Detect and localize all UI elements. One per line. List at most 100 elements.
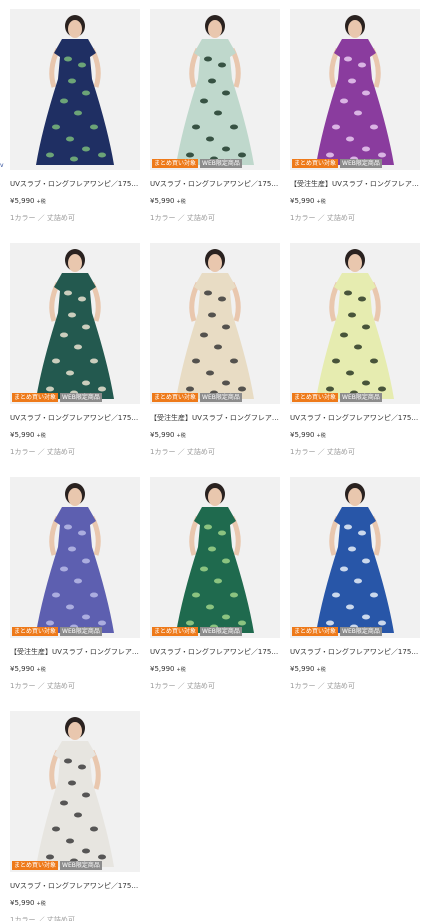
product-image[interactable]: まとめ買い対象 WEB限定商品: [150, 9, 280, 170]
product-name[interactable]: UVスラブ・ロングフレアワンピ／17570: [10, 179, 140, 189]
product-name[interactable]: 【受注生産】UVスラブ・ロングフレア…: [290, 179, 420, 189]
price-value: ¥5,990: [290, 431, 315, 439]
dress-shape: [36, 273, 114, 399]
product-card[interactable]: まとめ買い対象 WEB限定商品 UVスラブ・ロングフレアワンピ／17589 ¥5,99…: [290, 477, 420, 711]
badge-group: まとめ買い対象 WEB限定商品: [292, 627, 382, 636]
dress-pattern-mark: [74, 578, 82, 584]
product-name[interactable]: 【受注生産】UVスラブ・ロングフレア…: [150, 413, 280, 423]
product-name[interactable]: UVスラブ・ロングフレアワンピ／17591: [10, 413, 140, 423]
product-card[interactable]: まとめ買い対象 WEB限定商品 UVスラブ・ロングフレアワンピ／17594 ¥5,99…: [150, 477, 280, 711]
tax-label: +税: [36, 667, 46, 673]
product-card[interactable]: まとめ買い対象 WEB限定商品 UVスラブ・ロングフレアワンピ／17579 ¥5,99…: [10, 711, 140, 921]
dress-pattern-mark: [186, 152, 194, 158]
product-image[interactable]: まとめ買い対象 WEB限定商品: [10, 477, 140, 638]
dress-pattern-mark: [346, 604, 354, 610]
dress-pattern-mark: [78, 764, 86, 770]
dress-pattern-mark: [74, 344, 82, 350]
price-value: ¥5,990: [290, 665, 315, 673]
dress-pattern-mark: [192, 124, 200, 130]
product-image[interactable]: [10, 9, 140, 170]
price-value: ¥5,990: [290, 197, 315, 205]
product-card[interactable]: まとめ買い対象 WEB限定商品 UVスラブ・ロングフレアワンピ／17591 ¥5,99…: [10, 243, 140, 477]
dress-shape: [36, 507, 114, 633]
price-value: ¥5,990: [10, 197, 35, 205]
product-name[interactable]: UVスラブ・ロングフレアワンピ／17589: [290, 647, 420, 657]
dress-pattern-mark: [74, 110, 82, 116]
product-image[interactable]: まとめ買い対象 WEB限定商品: [290, 477, 420, 638]
model-illustration: [36, 15, 114, 165]
dress-pattern-mark: [64, 758, 72, 764]
web-exclusive-badge: WEB限定商品: [200, 393, 242, 402]
dress-shape: [176, 39, 254, 165]
product-card[interactable]: UVスラブ・ロングフレアワンピ／17570 ¥5,990 +税 1カラー ／ 丈詰め可: [10, 9, 140, 243]
product-meta: 1カラー ／ 丈詰め可: [290, 682, 355, 690]
dress-pattern-mark: [354, 110, 362, 116]
dress-pattern-mark: [362, 558, 370, 564]
product-name[interactable]: UVスラブ・ロングフレアワンピ／17593: [290, 413, 420, 423]
model-illustration: [36, 249, 114, 399]
tax-label: +税: [316, 433, 326, 439]
dress-pattern-mark: [200, 566, 208, 572]
dress-pattern-mark: [326, 152, 334, 158]
product-image[interactable]: まとめ買い対象 WEB限定商品: [290, 9, 420, 170]
product-price: ¥5,990 +税: [10, 430, 140, 441]
product-image[interactable]: まとめ買い対象 WEB限定商品: [150, 477, 280, 638]
product-image[interactable]: まとめ買い対象 WEB限定商品: [10, 711, 140, 872]
product-meta: 1カラー ／ 丈詰め可: [10, 682, 75, 690]
product-card[interactable]: まとめ買い対象 WEB限定商品 【受注生産】UVスラブ・ロングフレア… ¥5,990 +…: [290, 9, 420, 243]
bulk-buy-badge: まとめ買い対象: [292, 393, 339, 402]
dress-pattern-mark: [230, 124, 238, 130]
dress-pattern-mark: [358, 62, 366, 68]
badge-group: まとめ買い対象 WEB限定商品: [152, 627, 242, 636]
dress-shape: [316, 273, 394, 399]
dress-pattern-mark: [326, 386, 334, 392]
dress-pattern-mark: [222, 614, 230, 620]
dress-pattern-mark: [60, 566, 68, 572]
product-card[interactable]: まとめ買い対象 WEB限定商品 【受注生産】UVスラブ・ロングフレア… ¥5,990 +…: [150, 243, 280, 477]
product-card[interactable]: まとめ買い対象 WEB限定商品 UVスラブ・ロングフレアワンピ／17593 ¥5,99…: [290, 243, 420, 477]
product-meta: 1カラー ／ 丈詰め可: [150, 214, 215, 222]
dress-pattern-mark: [78, 296, 86, 302]
dress-pattern-mark: [46, 152, 54, 158]
bulk-buy-badge: まとめ買い対象: [12, 861, 59, 870]
model-face: [348, 20, 362, 38]
model-face: [68, 722, 82, 740]
dress-pattern-mark: [68, 780, 76, 786]
product-price: ¥5,990 +税: [10, 664, 140, 675]
model-illustration: [36, 483, 114, 633]
product-image[interactable]: まとめ買い対象 WEB限定商品: [10, 243, 140, 404]
product-card[interactable]: まとめ買い対象 WEB限定商品 UVスラブ・ロングフレアワンピ／17580 ¥5,99…: [150, 9, 280, 243]
dress-pattern-mark: [66, 136, 74, 142]
dress-pattern-mark: [192, 592, 200, 598]
model-illustration: [176, 483, 254, 633]
price-value: ¥5,990: [10, 665, 35, 673]
dress-pattern-mark: [82, 380, 90, 386]
bulk-buy-badge: まとめ買い対象: [292, 627, 339, 636]
tax-label: +税: [176, 199, 186, 205]
bulk-buy-badge: まとめ買い対象: [12, 627, 59, 636]
product-image[interactable]: まとめ買い対象 WEB限定商品: [150, 243, 280, 404]
product-image[interactable]: まとめ買い対象 WEB限定商品: [290, 243, 420, 404]
price-value: ¥5,990: [150, 431, 175, 439]
dress-pattern-mark: [358, 530, 366, 536]
dress-pattern-mark: [344, 56, 352, 62]
web-exclusive-badge: WEB限定商品: [60, 627, 102, 636]
model-face: [68, 20, 82, 38]
edge-mark: v: [0, 162, 4, 169]
dress-pattern-mark: [90, 124, 98, 130]
dress-pattern-mark: [354, 344, 362, 350]
dress-pattern-mark: [82, 614, 90, 620]
product-name[interactable]: UVスラブ・ロングフレアワンピ／17579: [10, 881, 140, 891]
dress-pattern-mark: [90, 592, 98, 598]
dress-pattern-mark: [52, 124, 60, 130]
product-name[interactable]: 【受注生産】UVスラブ・ロングフレア…: [10, 647, 140, 657]
product-name[interactable]: UVスラブ・ロングフレアワンピ／17594: [150, 647, 280, 657]
bulk-buy-badge: まとめ買い対象: [292, 159, 339, 168]
dress-pattern-mark: [208, 546, 216, 552]
dress-pattern-mark: [354, 578, 362, 584]
dress-pattern-mark: [370, 124, 378, 130]
dress-pattern-mark: [222, 558, 230, 564]
dress-pattern-mark: [98, 854, 106, 860]
product-card[interactable]: まとめ買い対象 WEB限定商品【受注生産】UVスラブ・ロングフレア… ¥5,990 +…: [10, 477, 140, 711]
product-name[interactable]: UVスラブ・ロングフレアワンピ／17580: [150, 179, 280, 189]
